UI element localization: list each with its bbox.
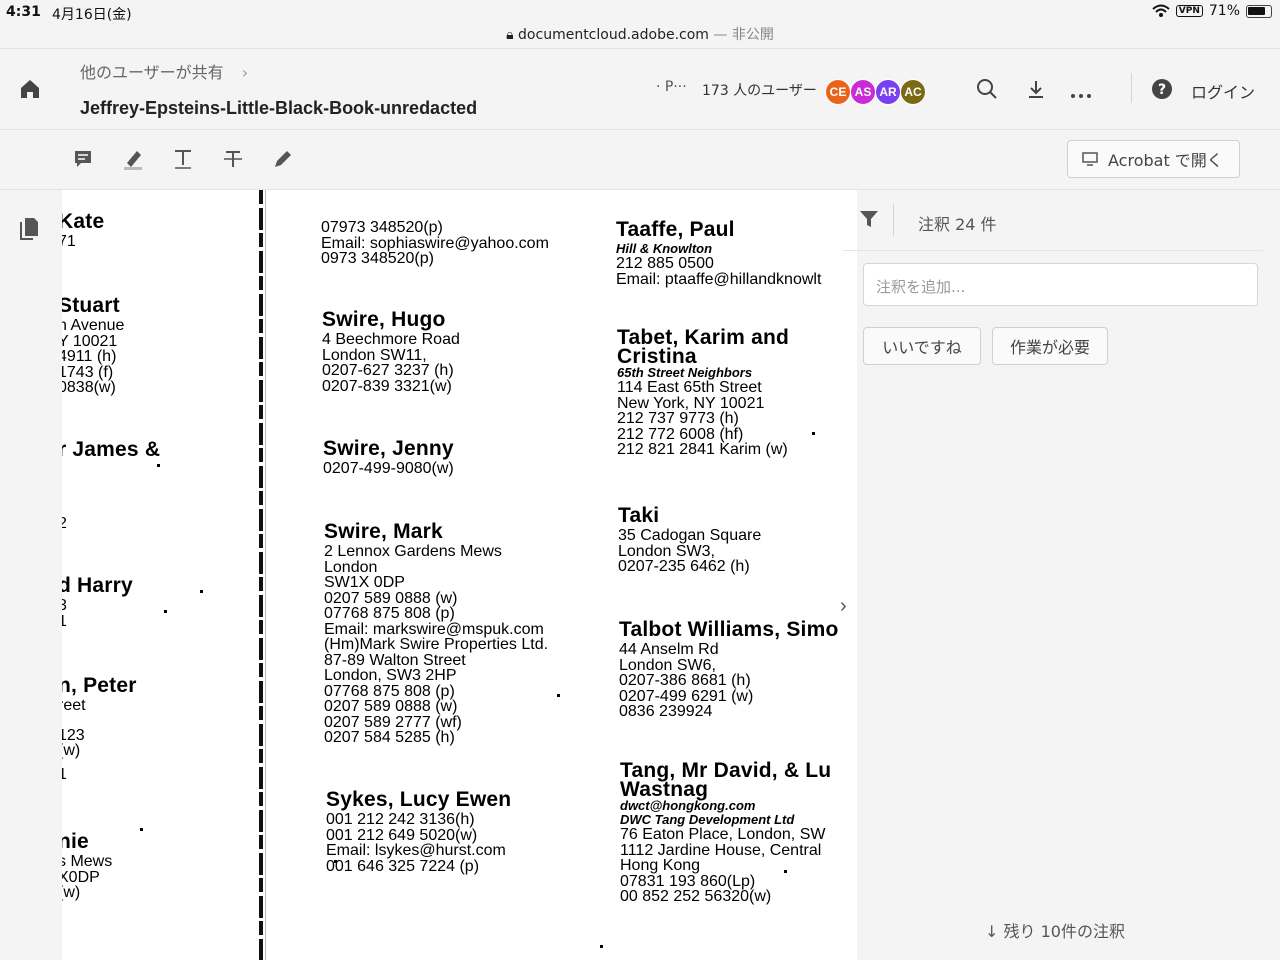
avatar-group[interactable]: CE AS AR AC — [825, 79, 926, 105]
login-button[interactable]: ログイン — [1191, 79, 1255, 103]
action-needed-button[interactable]: 作業が必要 — [992, 327, 1108, 365]
chevron-right-icon[interactable]: › — [840, 595, 847, 618]
filter-icon[interactable] — [858, 208, 880, 234]
entry-swire-mark: Swire, Mark 2 Lennox Gardens Mews London… — [324, 520, 549, 746]
lock-icon: 🔒︎ — [506, 27, 514, 43]
breadcrumb[interactable]: 他のユーザーが共有 › — [80, 59, 248, 83]
breadcrumb-label: 他のユーザーが共有 — [80, 63, 224, 82]
entry-left-6: nie s Mews X0DP (w) — [62, 830, 113, 901]
arrow-down-icon: ↓ — [985, 922, 999, 941]
entry-taki: Taki 35 Cadogan Square London SW3, 0207-… — [618, 504, 762, 575]
scan-noise — [140, 828, 143, 831]
address-bar[interactable]: 🔒︎ documentcloud.adobe.com — 非公開 — [0, 24, 1280, 44]
avatar: AC — [900, 79, 926, 105]
highlight-icon[interactable] — [120, 146, 146, 172]
entry-left-2: Stuart n Avenue Y 10021 4911 (h) 1743 (f… — [62, 294, 125, 396]
add-comment-input[interactable]: 注釈を追加... — [863, 263, 1258, 306]
entry-swire-hugo: Swire, Hugo 4 Beechmore Road London SW11… — [322, 308, 460, 395]
comment-icon[interactable] — [70, 146, 96, 172]
clock: 4:31 — [6, 4, 41, 20]
entry-continuation: 07973 348520(p) Email: sophiaswire@yahoo… — [321, 219, 549, 267]
ios-status-bar: 4:31 4月16日(金) 🔒︎ documentcloud.adobe.com… — [0, 0, 1280, 48]
chevron-right-icon: › — [241, 63, 249, 82]
more-options-icon[interactable] — [1069, 77, 1093, 101]
entry-tang-david: Tang, Mr David, & Lu Wastnag dwct@hongko… — [620, 759, 832, 905]
search-icon[interactable] — [975, 77, 999, 101]
panel-divider — [893, 204, 894, 236]
text-icon[interactable] — [170, 146, 196, 172]
entry-left-3: r James & 2 — [62, 438, 161, 532]
help-icon[interactable]: ? — [1150, 77, 1174, 101]
wifi-icon — [1152, 4, 1170, 17]
entry-talbot-williams: Talbot Williams, Simo 44 Anselm Rd Londo… — [619, 618, 839, 720]
page-fold — [259, 190, 263, 960]
svg-text:?: ? — [1158, 82, 1166, 98]
status-indicators: VPN 71% — [1152, 3, 1272, 19]
download-icon[interactable] — [1024, 77, 1048, 101]
like-button[interactable]: いいですね — [863, 327, 981, 365]
entry-sykes-lucy: Sykes, Lucy Ewen 001 212 242 3136(h) 001… — [326, 788, 512, 875]
remaining-comments-label: 残り 10件の注釈 — [1003, 922, 1125, 941]
monitor-icon — [1082, 152, 1098, 166]
battery-percent: 71% — [1208, 3, 1240, 19]
comment-count: 注釈 24 件 — [918, 215, 997, 234]
scan-noise — [157, 464, 160, 467]
home-icon[interactable] — [18, 77, 42, 101]
open-in-acrobat-button[interactable]: Acrobat で開く — [1067, 140, 1240, 178]
document-page[interactable]: Kate 71 Stuart n Avenue Y 10021 4911 (h)… — [62, 190, 857, 960]
remaining-comments-link[interactable]: ↓ 残り 10件の注釈 — [985, 918, 1125, 942]
document-title: Jeffrey-Epsteins-Little-Black-Book-unred… — [80, 98, 478, 118]
comments-panel: 注釈 24 件 注釈を追加... いいですね 作業が必要 ↓ 残り 10件の注釈 — [843, 190, 1280, 960]
panel-rule — [843, 250, 1263, 251]
entry-left-4: d Harry 3 1 — [62, 574, 133, 630]
avatar: CE — [825, 79, 851, 105]
left-rail — [0, 190, 62, 960]
scan-noise — [200, 590, 203, 593]
scan-noise — [600, 945, 603, 948]
entry-left-1: Kate 71 — [62, 210, 105, 250]
draw-icon[interactable] — [270, 146, 296, 172]
entry-tabet-karim: Tabet, Karim and Cristina 65th Street Ne… — [617, 326, 790, 458]
strikethrough-icon[interactable] — [220, 146, 246, 172]
scan-noise — [784, 870, 787, 873]
header-divider — [1131, 73, 1132, 103]
annotation-toolbar: Acrobat で開く — [0, 130, 1280, 190]
scan-noise — [334, 860, 337, 863]
entry-swire-jenny: Swire, Jenny 0207-499-9080(w) — [323, 437, 454, 477]
url-suffix: — 非公開 — [713, 27, 774, 43]
presence-label: · P··· — [656, 79, 687, 95]
app-header: 他のユーザーが共有 › Jeffrey-Epsteins-Little-Black… — [0, 48, 1280, 130]
scan-noise — [812, 432, 815, 435]
scan-noise — [164, 610, 167, 613]
date: 4月16日(金) — [52, 7, 132, 23]
scan-noise — [557, 694, 560, 697]
open-in-acrobat-label: Acrobat で開く — [1108, 151, 1223, 170]
vpn-badge: VPN — [1175, 5, 1203, 17]
entry-left-5: n, Peter reet 123 (w) 1 — [62, 674, 137, 783]
avatar: AR — [875, 79, 901, 105]
battery-icon — [1246, 4, 1272, 18]
page-fold-edge — [265, 190, 266, 960]
url-text: documentcloud.adobe.com — [518, 27, 709, 43]
pages-icon[interactable] — [18, 216, 40, 244]
entry-taaffe-paul: Taaffe, Paul Hill & Knowlton 212 885 050… — [616, 218, 822, 288]
users-count[interactable]: 173 人のユーザー — [702, 80, 817, 100]
avatar: AS — [850, 79, 876, 105]
